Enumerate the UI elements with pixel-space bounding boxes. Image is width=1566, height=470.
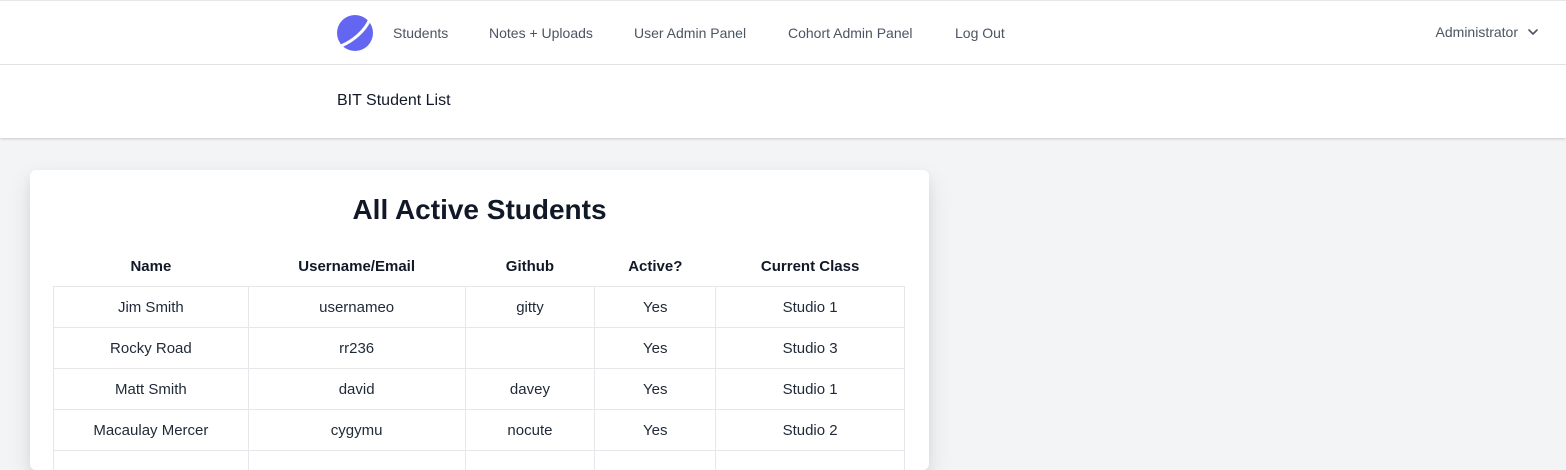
students-card: All Active Students Name Username/Email … bbox=[30, 170, 929, 470]
cell-github bbox=[465, 451, 595, 470]
column-header-active: Active? bbox=[595, 246, 716, 287]
user-name: Administrator bbox=[1436, 24, 1518, 40]
cell-current-class: Studio 1 bbox=[716, 287, 905, 328]
column-header-current-class: Current Class bbox=[716, 246, 905, 287]
table-row: Matt Smith david davey Yes Studio 1 bbox=[54, 369, 905, 410]
nav-link-students[interactable]: Students bbox=[393, 25, 448, 41]
cell-name: Rocky Road bbox=[54, 328, 249, 369]
cell-current-class: Studio 1 bbox=[716, 369, 905, 410]
cell-active bbox=[595, 451, 716, 470]
table-header-row: Name Username/Email Github Active? Curre… bbox=[54, 246, 905, 287]
table-row: Jim Smith usernameo gitty Yes Studio 1 bbox=[54, 287, 905, 328]
cell-current-class: Studio 2 bbox=[716, 410, 905, 451]
cell-current-class: Studio 3 bbox=[716, 328, 905, 369]
table-row: Macaulay Mercer cygymu nocute Yes Studio… bbox=[54, 410, 905, 451]
table-row bbox=[54, 451, 905, 470]
cell-active: Yes bbox=[595, 410, 716, 451]
cell-name: Matt Smith bbox=[54, 369, 249, 410]
cell-github bbox=[465, 328, 595, 369]
cell-username bbox=[248, 451, 465, 470]
cell-name: Macaulay Mercer bbox=[54, 410, 249, 451]
cell-username: david bbox=[248, 369, 465, 410]
column-header-name: Name bbox=[54, 246, 249, 287]
cell-github: nocute bbox=[465, 410, 595, 451]
cell-username: cygymu bbox=[248, 410, 465, 451]
user-menu-dropdown[interactable]: Administrator bbox=[1436, 24, 1538, 40]
chevron-down-icon bbox=[1528, 29, 1538, 36]
cell-active: Yes bbox=[595, 287, 716, 328]
nav-link-notes-uploads[interactable]: Notes + Uploads bbox=[489, 25, 593, 41]
page-header: BIT Student List bbox=[0, 65, 1566, 138]
cell-github: davey bbox=[465, 369, 595, 410]
nav-link-cohort-admin-panel[interactable]: Cohort Admin Panel bbox=[788, 25, 913, 41]
cell-username: rr236 bbox=[248, 328, 465, 369]
page-title: BIT Student List bbox=[337, 92, 451, 110]
cell-active: Yes bbox=[595, 369, 716, 410]
cell-username: usernameo bbox=[248, 287, 465, 328]
nav-link-log-out[interactable]: Log Out bbox=[955, 25, 1005, 41]
table-row: Rocky Road rr236 Yes Studio 3 bbox=[54, 328, 905, 369]
cell-github: gitty bbox=[465, 287, 595, 328]
cell-name bbox=[54, 451, 249, 470]
cell-current-class bbox=[716, 451, 905, 470]
card-title: All Active Students bbox=[30, 194, 929, 226]
nav-link-user-admin-panel[interactable]: User Admin Panel bbox=[634, 25, 746, 41]
column-header-username-email: Username/Email bbox=[248, 246, 465, 287]
top-navbar: Students Notes + Uploads User Admin Pane… bbox=[0, 0, 1566, 65]
cell-active: Yes bbox=[595, 328, 716, 369]
column-header-github: Github bbox=[465, 246, 595, 287]
planet-logo-icon[interactable] bbox=[337, 15, 373, 51]
cell-name: Jim Smith bbox=[54, 287, 249, 328]
students-table: Name Username/Email Github Active? Curre… bbox=[53, 246, 905, 470]
